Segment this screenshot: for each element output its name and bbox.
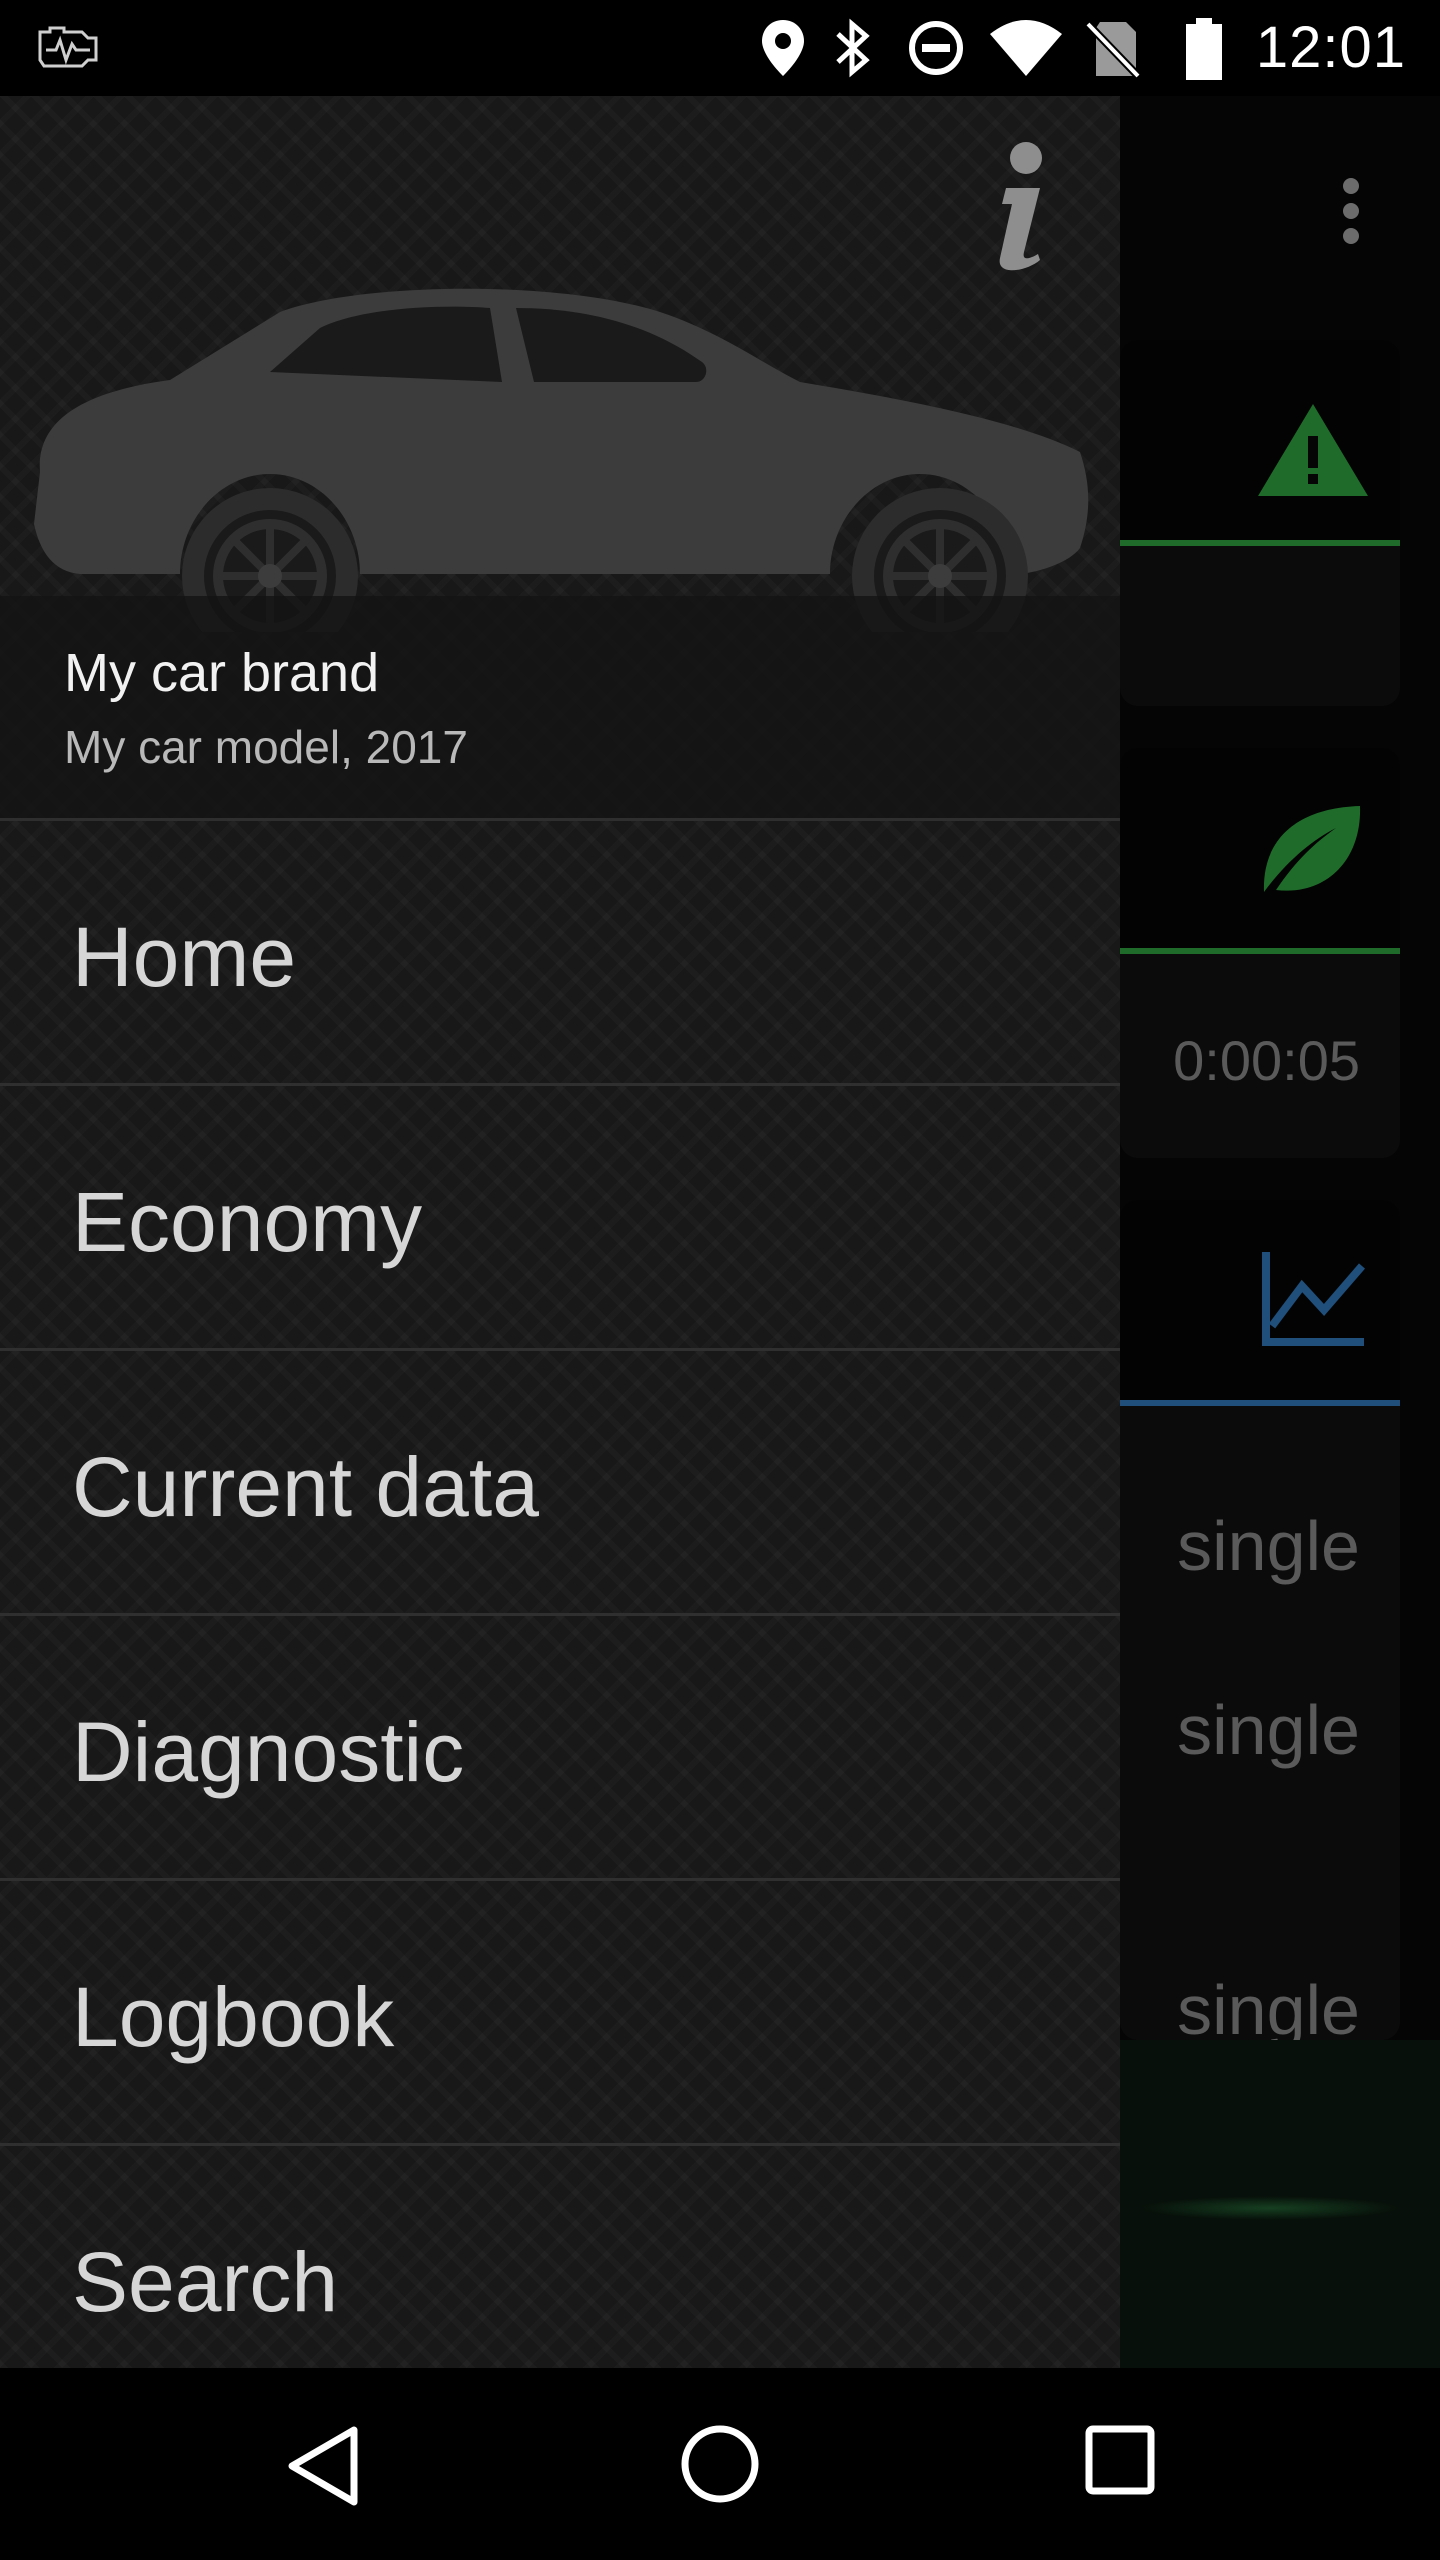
wifi-icon: [988, 18, 1064, 83]
menu-item-search[interactable]: Search: [0, 2146, 1120, 2368]
system-nav-bar: [0, 2368, 1440, 2560]
app-screen: 12:01 0:00:05 single single single My ca…: [0, 0, 1440, 2560]
menu-item-economy[interactable]: Economy: [0, 1086, 1120, 1351]
do-not-disturb-icon: [906, 18, 966, 83]
trip-timer: 0:00:05: [1173, 1029, 1360, 1092]
back-icon[interactable]: [284, 2424, 360, 2513]
value-text: single: [1177, 1507, 1360, 1585]
location-pin-icon: [758, 18, 808, 83]
menu-item-home[interactable]: Home: [0, 821, 1120, 1086]
drawer-menu: Home Economy Current data Diagnostic Log…: [0, 821, 1120, 2368]
menu-item-label: Economy: [72, 1175, 423, 1269]
chart-card[interactable]: [1120, 1200, 1400, 2040]
drawer-header: My car brand My car model, 2017: [0, 96, 1120, 821]
menu-item-label: Diagnostic: [72, 1705, 465, 1799]
status-bar: 12:01: [0, 0, 1440, 96]
value-text: single: [1177, 1971, 1360, 2049]
chart-icon: [1262, 1250, 1366, 1351]
menu-item-label: Search: [72, 2235, 339, 2329]
more-vert-icon[interactable]: [1336, 176, 1366, 251]
car-model: My car model, 2017: [64, 721, 468, 773]
battery-icon: [1184, 18, 1224, 85]
bluetooth-icon: [830, 18, 876, 83]
value-text: single: [1177, 1691, 1360, 1769]
info-icon[interactable]: [966, 140, 1066, 280]
status-time: 12:01: [1255, 15, 1406, 80]
account-panel[interactable]: My car brand My car model, 2017: [0, 596, 1120, 821]
menu-item-label: Logbook: [72, 1970, 395, 2064]
menu-item-label: Current data: [72, 1440, 539, 1534]
card-accent-line: [1120, 540, 1400, 546]
card-accent-line: [1120, 948, 1400, 954]
car-silhouette-icon: [20, 272, 1100, 664]
card-header: [1120, 340, 1400, 540]
card-accent-line: [1120, 1400, 1400, 1406]
menu-item-current-data[interactable]: Current data: [0, 1351, 1120, 1616]
no-sim-icon: [1085, 18, 1141, 85]
home-icon[interactable]: [680, 2424, 760, 2509]
leaf-icon: [1256, 800, 1366, 905]
recents-icon[interactable]: [1084, 2424, 1156, 2501]
engine-monitor-icon: [34, 22, 106, 81]
menu-item-label: Home: [72, 910, 297, 1004]
warning-icon: [1256, 402, 1370, 503]
bottom-glow: [1140, 2196, 1400, 2220]
menu-item-logbook[interactable]: Logbook: [0, 1881, 1120, 2146]
car-brand: My car brand: [64, 643, 380, 703]
card-header: [1120, 748, 1400, 948]
navigation-drawer: My car brand My car model, 2017 Home Eco…: [0, 96, 1120, 2368]
warning-card[interactable]: [1120, 340, 1400, 706]
menu-item-diagnostic[interactable]: Diagnostic: [0, 1616, 1120, 1881]
card-header: [1120, 1200, 1400, 1400]
economy-card[interactable]: 0:00:05: [1120, 748, 1400, 1158]
